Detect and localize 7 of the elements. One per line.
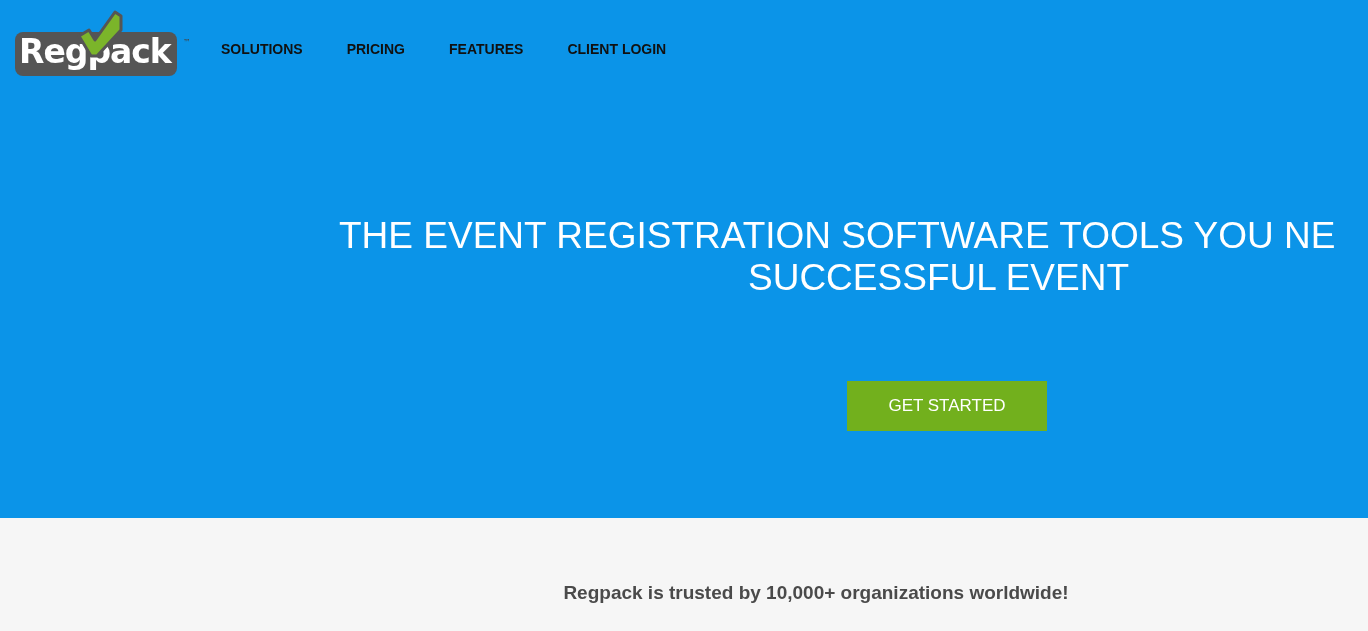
nav-link[interactable]: FEATURES [449, 41, 524, 57]
trademark-mark: ™ [183, 38, 191, 47]
hero-headline: THE EVENT REGISTRATION SOFTWARE TOOLS YOU NE SUCCESSFUL EVENT [339, 215, 1337, 299]
nav-link[interactable]: SOLUTIONS [221, 41, 303, 57]
nav-link[interactable]: PRICING [346, 41, 405, 57]
nav-link[interactable]: CLIENT LOGIN [567, 41, 667, 57]
trust-text: Regpack is trusted by 10,000+ organizations worldwide! [563, 582, 1069, 605]
